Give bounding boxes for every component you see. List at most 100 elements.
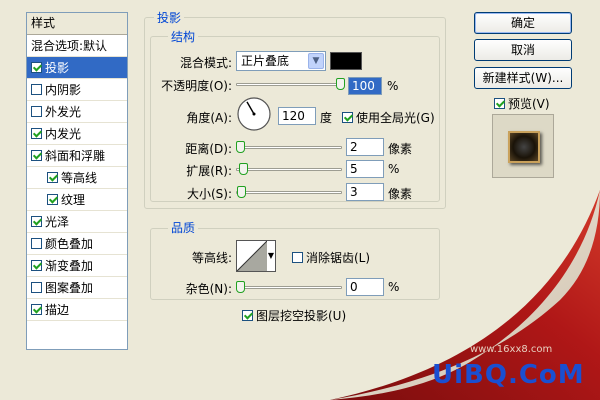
- noise-slider-track[interactable]: [236, 286, 342, 289]
- noise-slider-thumb[interactable]: [236, 281, 245, 293]
- style-list-item[interactable]: 描边: [27, 299, 127, 321]
- antialias-check-icon: [292, 252, 303, 263]
- global-light-label: 使用全局光(G): [356, 111, 435, 125]
- spread-label: 扩展(R):: [186, 164, 232, 178]
- contour-preview-icon: [237, 241, 267, 271]
- style-list-item-label: 混合选项:默认: [31, 38, 108, 53]
- preview-check-icon: [494, 98, 505, 109]
- shadow-color-swatch[interactable]: [330, 52, 362, 70]
- noise-input[interactable]: 0: [346, 278, 384, 296]
- style-list-item-label: 光泽: [45, 214, 70, 229]
- style-list-item[interactable]: 渐变叠加: [27, 255, 127, 277]
- size-label: 大小(S):: [186, 187, 232, 201]
- style-checkbox-icon[interactable]: [31, 282, 42, 293]
- style-checkbox-icon[interactable]: [31, 84, 42, 95]
- global-light-checkbox[interactable]: 使用全局光(G): [342, 109, 435, 126]
- opacity-slider-thumb[interactable]: [336, 78, 345, 90]
- style-list-item-label: 内发光: [45, 126, 82, 141]
- distance-unit: 像素: [388, 142, 413, 156]
- style-list-item-label: 等高线: [61, 170, 98, 185]
- contour-label: 等高线:: [191, 251, 232, 265]
- blend-mode-value: 正片叠底: [241, 54, 290, 68]
- distance-input[interactable]: 2: [346, 138, 384, 156]
- style-list-item[interactable]: 等高线: [27, 167, 127, 189]
- size-input[interactable]: 3: [346, 183, 384, 201]
- knockout-checkbox[interactable]: 图层挖空投影(U): [242, 307, 346, 324]
- style-list-header: 样式: [27, 13, 127, 35]
- angle-input[interactable]: 120: [278, 107, 316, 125]
- antialias-label: 消除锯齿(L): [306, 251, 371, 265]
- spread-input[interactable]: 5: [346, 160, 384, 178]
- style-list-item[interactable]: 斜面和浮雕: [27, 145, 127, 167]
- contour-picker[interactable]: ▼: [236, 240, 276, 272]
- style-preview-swatch: [508, 131, 540, 163]
- style-list-item[interactable]: 外发光: [27, 101, 127, 123]
- style-checkbox-icon[interactable]: [31, 260, 42, 271]
- style-list-item-label: 投影: [45, 60, 70, 75]
- chevron-down-icon: ▼: [308, 53, 324, 69]
- watermark-url: www.16xx8.com: [470, 344, 553, 355]
- style-list-item-label: 颜色叠加: [45, 236, 94, 251]
- opacity-value: 100: [352, 79, 375, 93]
- style-list-item-label: 描边: [45, 302, 70, 317]
- watermark-logo: UiBQ.CoM: [432, 360, 585, 390]
- opacity-slider-track[interactable]: [236, 83, 344, 86]
- style-checkbox-icon[interactable]: [47, 194, 58, 205]
- style-list-item[interactable]: 内发光: [27, 123, 127, 145]
- style-checkbox-icon[interactable]: [47, 172, 58, 183]
- style-list-item-label: 图案叠加: [45, 280, 94, 295]
- style-list-item[interactable]: 混合选项:默认: [27, 35, 127, 57]
- antialias-checkbox[interactable]: 消除锯齿(L): [292, 249, 370, 266]
- cancel-button[interactable]: 取消: [474, 39, 572, 61]
- preview-label: 预览(V): [508, 97, 550, 111]
- spread-slider-track[interactable]: [236, 168, 342, 171]
- contour-dropdown-icon: ▼: [267, 251, 274, 260]
- opacity-input[interactable]: 100: [348, 77, 382, 95]
- style-list-item[interactable]: 图案叠加: [27, 277, 127, 299]
- style-checkbox-icon[interactable]: [31, 128, 42, 139]
- new-style-button[interactable]: 新建样式(W)...: [474, 67, 572, 89]
- distance-slider-thumb[interactable]: [236, 141, 245, 153]
- style-list-item[interactable]: 纹理: [27, 189, 127, 211]
- blend-mode-select[interactable]: 正片叠底 ▼: [236, 51, 326, 71]
- global-light-check-icon: [342, 112, 353, 123]
- ok-button[interactable]: 确定: [474, 12, 572, 34]
- style-list-item[interactable]: 投影: [27, 57, 127, 79]
- style-checkbox-icon[interactable]: [31, 238, 42, 249]
- preview-checkbox[interactable]: 预览(V): [494, 95, 550, 112]
- style-list-item[interactable]: 内阴影: [27, 79, 127, 101]
- angle-unit: 度: [320, 111, 333, 125]
- noise-label: 杂色(N):: [185, 282, 232, 296]
- blend-mode-label: 混合模式:: [179, 56, 232, 70]
- noise-unit: %: [388, 280, 400, 294]
- style-checkbox-icon[interactable]: [31, 216, 42, 227]
- spread-slider-thumb[interactable]: [239, 163, 248, 175]
- size-slider-track[interactable]: [236, 191, 342, 194]
- style-list-item-label: 外发光: [45, 104, 82, 119]
- distance-value: 2: [350, 140, 358, 154]
- style-list-item-label: 内阴影: [45, 82, 82, 97]
- knockout-label: 图层挖空投影(U): [256, 309, 347, 323]
- angle-dial[interactable]: [236, 96, 272, 132]
- drop-shadow-title: 投影: [154, 9, 185, 26]
- spread-unit: %: [388, 162, 400, 176]
- angle-label: 角度(A):: [186, 111, 232, 125]
- structure-title: 结构: [168, 28, 199, 45]
- style-checkbox-icon[interactable]: [31, 62, 42, 73]
- style-list-item[interactable]: 光泽: [27, 211, 127, 233]
- size-value: 3: [350, 185, 358, 199]
- spread-value: 5: [350, 162, 358, 176]
- opacity-label: 不透明度(O):: [161, 79, 232, 93]
- size-unit: 像素: [388, 187, 413, 201]
- style-checkbox-icon[interactable]: [31, 106, 42, 117]
- style-list-item[interactable]: 颜色叠加: [27, 233, 127, 255]
- style-list: 样式 混合选项:默认投影内阴影外发光内发光斜面和浮雕等高线纹理光泽颜色叠加渐变叠…: [26, 12, 128, 350]
- noise-value: 0: [350, 280, 358, 294]
- size-slider-thumb[interactable]: [237, 186, 246, 198]
- quality-title: 品质: [168, 219, 199, 236]
- style-list-item-label: 纹理: [61, 192, 86, 207]
- style-checkbox-icon[interactable]: [31, 150, 42, 161]
- style-preview: [492, 114, 554, 178]
- style-checkbox-icon[interactable]: [31, 304, 42, 315]
- distance-slider-track[interactable]: [236, 146, 342, 149]
